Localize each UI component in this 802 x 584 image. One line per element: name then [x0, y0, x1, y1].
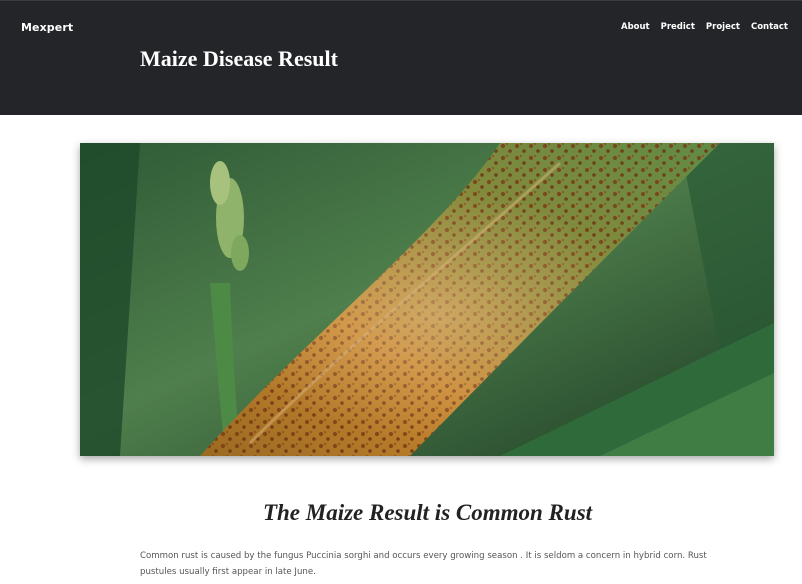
page-title: Maize Disease Result [140, 46, 338, 71]
nav-about[interactable]: About [621, 22, 650, 32]
maize-leaf-image [80, 143, 774, 456]
nav-predict[interactable]: Predict [661, 22, 695, 32]
top-navbar: Mexpert About Predict Project Contact Ma… [0, 0, 802, 115]
result-heading: The Maize Result is Common Rust [262, 500, 593, 525]
main-nav: About Predict Project Contact [621, 22, 788, 32]
disease-description: Common rust is caused by the fungus Pucc… [140, 551, 707, 577]
nav-project[interactable]: Project [706, 22, 740, 32]
nav-contact[interactable]: Contact [751, 22, 788, 32]
brand-logo[interactable]: Mexpert [21, 21, 73, 34]
